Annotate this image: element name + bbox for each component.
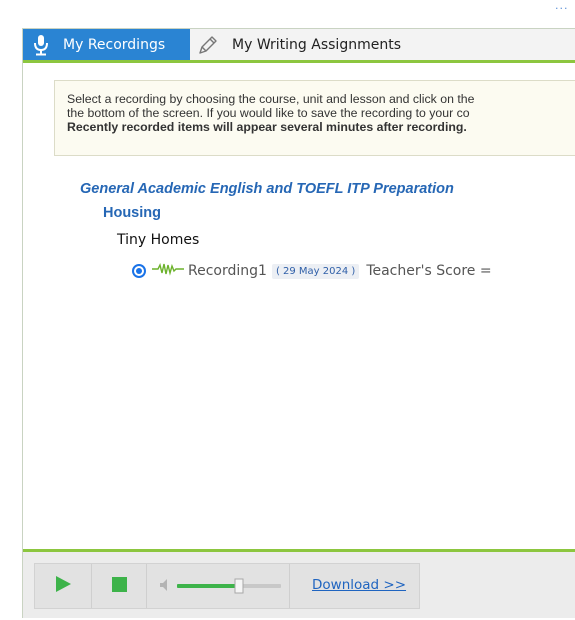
play-button[interactable] [35,564,91,608]
unit-title: Housing [103,205,161,221]
course-title: General Academic English and TOEFL ITP P… [80,181,454,197]
volume-thumb[interactable] [234,578,244,594]
tab-my-writing-assignments[interactable]: My Writing Assignments [190,29,575,60]
tab-bar: My Recordings My Writing Assignments [23,29,575,63]
recording-radio[interactable] [132,264,146,278]
stop-button[interactable] [92,564,146,608]
teacher-score-label: Teacher's Score = [366,263,492,279]
play-icon [53,574,73,598]
lesson-title: Tiny Homes [117,232,200,248]
speaker-icon [159,577,171,596]
audio-player: Download >> [23,549,575,618]
instructions-line-3: Recently recorded items will appear seve… [67,120,467,134]
tab-my-writing-assignments-label: My Writing Assignments [232,36,401,53]
volume-level [177,584,239,588]
download-link[interactable]: Download >> [312,577,406,593]
tab-my-recordings[interactable]: My Recordings [23,29,190,60]
tab-my-recordings-label: My Recordings [63,36,166,53]
recording-name: Recording1 [188,263,267,279]
microphone-icon [29,33,53,57]
player-controls: Download >> [34,563,420,609]
waveform-icon [152,262,184,280]
recording-date: ( 29 May 2024 ) [271,263,360,279]
page: ··· My Recordings My Writing Assignments… [0,0,575,620]
stop-icon [110,575,128,597]
volume-control[interactable] [147,564,289,608]
instructions-line-1: Select a recording by choosing the cours… [67,92,475,106]
instructions-line-2: the bottom of the screen. If you would l… [67,106,470,120]
pencil-icon [196,33,220,57]
instructions-box: Select a recording by choosing the cours… [54,80,575,156]
recording-item[interactable]: Recording1 ( 29 May 2024 ) Teacher's Sco… [132,260,492,282]
recordings-panel: My Recordings My Writing Assignments Sel… [22,28,575,618]
volume-slider[interactable] [175,576,285,596]
overflow-dots: ··· [555,2,569,15]
